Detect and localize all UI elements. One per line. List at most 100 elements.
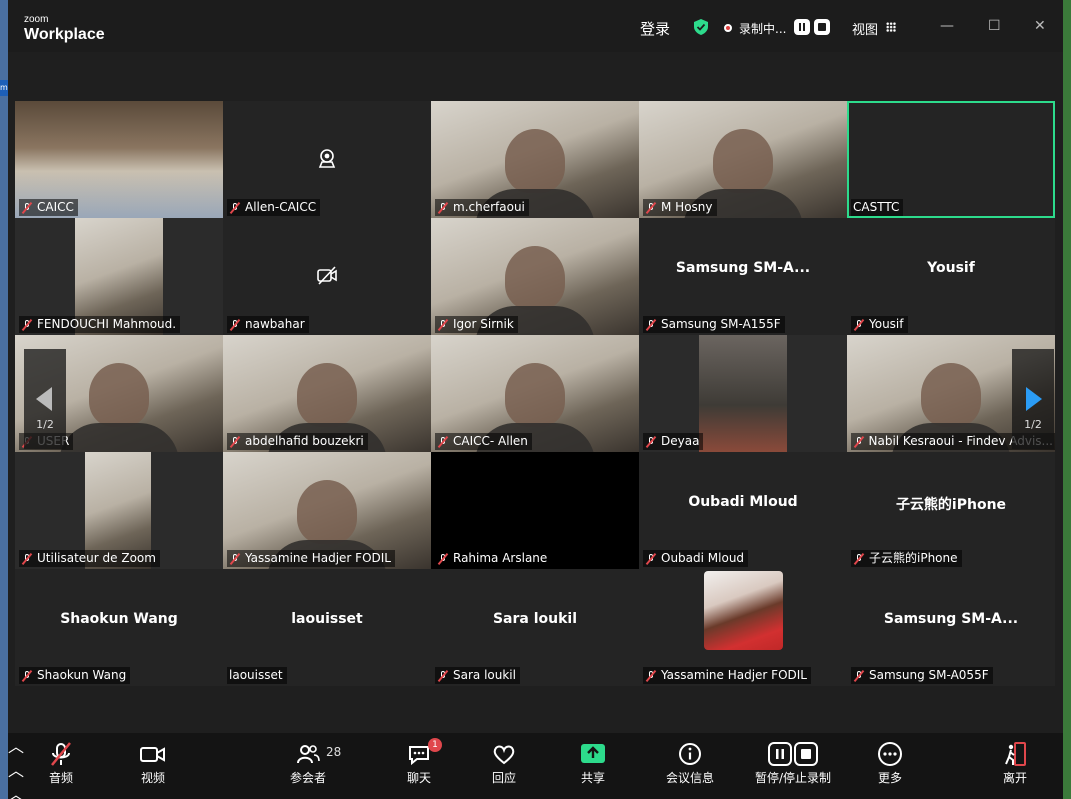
more-button[interactable]: 更多 [855, 741, 925, 786]
participant-tile[interactable]: Samsung SM-A... Samsung SM-A055F [847, 569, 1055, 686]
participant-tile[interactable]: laouisset laouisset [223, 569, 431, 686]
close-icon[interactable]: ✕ [1034, 18, 1046, 34]
mic-muted-icon [645, 670, 657, 682]
participant-name: Shaokun Wang [37, 668, 127, 682]
recording-dot-icon [724, 24, 732, 32]
mic-muted-icon [437, 670, 449, 682]
participant-tile[interactable]: Shaokun Wang Shaokun Wang [15, 569, 223, 686]
participant-tile[interactable]: Oubadi Mloud Oubadi Mloud [639, 452, 847, 569]
participant-name: CAICC- Allen [453, 434, 528, 448]
previous-page-button[interactable]: 1/2 [24, 349, 66, 449]
audio-button[interactable]: 音频 [26, 741, 96, 786]
participant-display-name: laouisset [291, 611, 363, 627]
more-label: 更多 [877, 771, 902, 785]
brand-small: zoom [24, 14, 49, 25]
mic-muted-icon [26, 741, 96, 767]
share-button[interactable]: 共享 [558, 741, 628, 786]
participant-name-label: Yousif [851, 316, 908, 333]
chat-button[interactable]: 1 聊天 [384, 738, 454, 786]
desktop-taskbar-tab[interactable]: m [0, 80, 8, 96]
participant-name: Yousif [869, 317, 904, 331]
chat-icon: 1 [384, 738, 454, 767]
participant-name: FENDOUCHI Mahmoud. [37, 317, 177, 331]
participant-name-label: Yassamine Hadjer FODIL [227, 550, 395, 567]
participant-name-label: CAICC [19, 199, 78, 216]
participant-name: Samsung SM-A055F [869, 668, 989, 682]
recording-status: 录制中... [739, 22, 787, 36]
pause-recording-button[interactable] [794, 19, 810, 35]
participant-tile[interactable]: abdelhafid bouzekri [223, 335, 431, 452]
leave-button[interactable]: 离开 [980, 741, 1050, 786]
participant-tile[interactable]: Yassamine Hadjer FODIL [639, 569, 847, 686]
participant-name-label: Deyaa [643, 433, 704, 450]
participant-tile[interactable]: Sara loukil Sara loukil [431, 569, 639, 686]
camera-off-icon [317, 266, 337, 285]
participant-name: m.cherfaoui [453, 200, 525, 214]
grid-view-icon[interactable] [886, 22, 896, 32]
participant-silhouette [505, 246, 565, 310]
react-button[interactable]: 回应 [469, 741, 539, 786]
participant-name-label: 子云熊的iPhone [851, 550, 962, 567]
minimize-icon[interactable]: — [940, 18, 954, 34]
participant-name: CASTTC [853, 200, 900, 214]
participant-tile[interactable]: 子云熊的iPhone 子云熊的iPhone [847, 452, 1055, 569]
participant-silhouette [921, 363, 981, 427]
mic-muted-icon [437, 319, 449, 331]
mic-muted-icon [853, 670, 865, 682]
more-icon [855, 741, 925, 767]
participant-tile[interactable]: nawbahar [223, 218, 431, 335]
participant-tile[interactable]: FENDOUCHI Mahmoud. [15, 218, 223, 335]
page-indicator-left: 1/2 [36, 418, 54, 431]
mic-muted-icon [229, 202, 241, 214]
participant-name-label: M Hosny [643, 199, 717, 216]
participant-tile[interactable]: M Hosny [639, 101, 847, 218]
shield-icon[interactable] [694, 19, 708, 35]
participant-name: 子云熊的iPhone [869, 551, 958, 565]
participant-name-label: Sara loukil [435, 667, 520, 684]
participant-display-name: Yousif [927, 260, 975, 276]
meeting-info-button[interactable]: 会议信息 [655, 741, 725, 786]
view-button[interactable]: 视图 [852, 19, 878, 38]
leave-door-icon [980, 741, 1050, 767]
record-control-button[interactable]: 暂停/停止录制 [746, 741, 840, 786]
camera-icon [318, 149, 336, 168]
participant-silhouette [505, 129, 565, 193]
participant-name: Samsung SM-A155F [661, 317, 781, 331]
login-button[interactable]: 登录 [640, 18, 670, 39]
avatar [704, 571, 783, 650]
brand-name: Workplace [24, 26, 105, 43]
participant-tile[interactable]: Igor Sirnik [431, 218, 639, 335]
participant-name: CAICC [37, 200, 74, 214]
participant-tile[interactable]: CAICC- Allen [431, 335, 639, 452]
gallery-view: CAICC Allen-CAICC m.cherfaoui M Hosny CASTTC… [15, 101, 1056, 688]
maximize-icon[interactable]: ☐ [988, 18, 1001, 34]
participant-name-label: m.cherfaoui [435, 199, 529, 216]
participant-tile[interactable]: Samsung SM-A... Samsung SM-A155F [639, 218, 847, 335]
participant-tile[interactable]: Deyaa [639, 335, 847, 452]
title-bar: zoom Workplace 登录 录制中... 视图 — ☐ ✕ [8, 0, 1063, 52]
stop-recording-button[interactable] [814, 19, 830, 35]
participant-name: M Hosny [661, 200, 713, 214]
mic-muted-icon [21, 553, 33, 565]
video-button[interactable]: 视频 [118, 741, 188, 786]
participant-tile[interactable]: Allen-CAICC [223, 101, 431, 218]
participant-display-name: Shaokun Wang [60, 611, 178, 627]
participant-tile[interactable]: Yousif Yousif [847, 218, 1055, 335]
info-icon [655, 741, 725, 767]
participant-name: Utilisateur de Zoom [37, 551, 156, 565]
participant-tile[interactable]: Yassamine Hadjer FODIL [223, 452, 431, 569]
participant-tile[interactable]: Utilisateur de Zoom [15, 452, 223, 569]
participant-name-label: Igor Sirnik [435, 316, 518, 333]
participant-name: Rahima Arslane [453, 551, 548, 565]
leave-label: 离开 [1002, 771, 1027, 785]
participant-silhouette [89, 363, 149, 427]
participant-tile[interactable]: m.cherfaoui [431, 101, 639, 218]
participant-tile[interactable]: CASTTC [847, 101, 1055, 218]
mic-muted-icon [21, 202, 33, 214]
participant-tile[interactable]: Rahima Arslane [431, 452, 639, 569]
next-page-button[interactable]: 1/2 [1012, 349, 1054, 449]
participant-silhouette [713, 129, 773, 193]
participant-tile[interactable]: CAICC [15, 101, 223, 218]
heart-icon [469, 741, 539, 767]
participant-name-label: Shaokun Wang [19, 667, 131, 684]
